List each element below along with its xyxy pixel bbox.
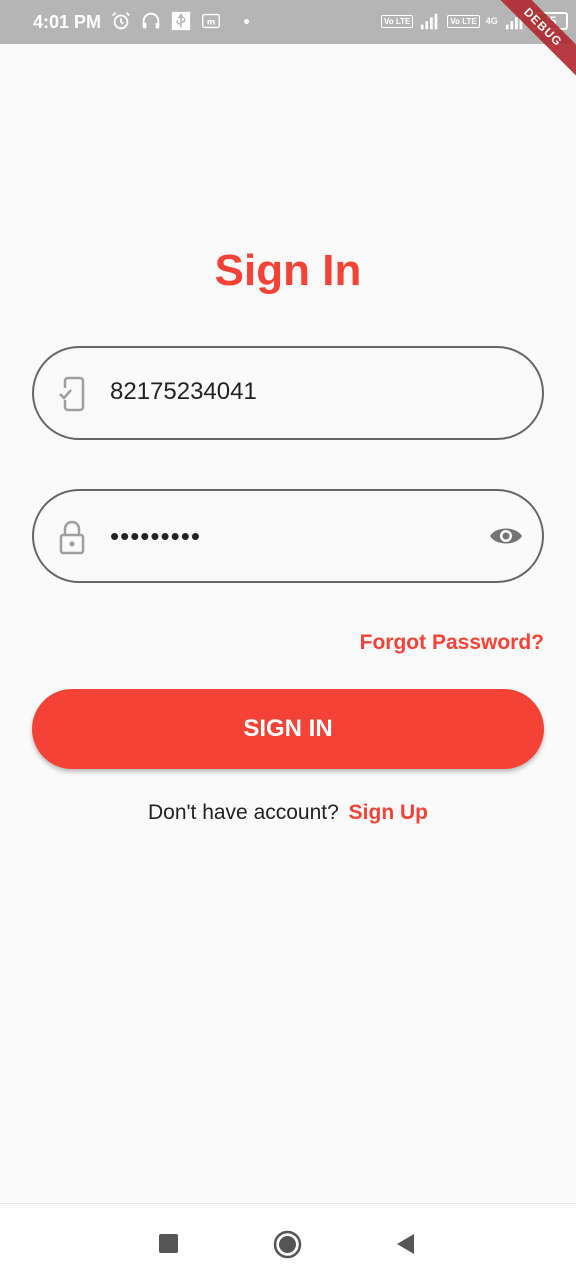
phone-value: 82175234041 — [110, 378, 257, 405]
notification-dot — [244, 18, 249, 24]
signup-prompt: Don't have account? — [148, 801, 339, 824]
back-icon[interactable] — [395, 1232, 415, 1256]
phone-input[interactable]: 82175234041 — [32, 346, 544, 440]
alarm-icon — [112, 12, 130, 30]
forgot-password-link[interactable]: Forgot Password? — [360, 631, 544, 655]
sign-in-screen: 4:01 PM m Vo LTE Vo LTE 4G DEBUG Sign In… — [0, 0, 576, 1280]
lock-icon — [59, 520, 85, 555]
network-type-label: 4G — [485, 16, 498, 26]
status-bar: 4:01 PM m Vo LTE Vo LTE 4G — [0, 0, 576, 44]
signal-icon — [421, 13, 438, 30]
phone-check-icon — [59, 376, 85, 412]
eye-icon[interactable] — [488, 521, 524, 551]
usb-icon — [171, 11, 191, 31]
password-value: ••••••••• — [110, 521, 201, 551]
page-title: Sign In — [214, 246, 362, 295]
recent-apps-icon[interactable] — [159, 1234, 178, 1253]
svg-text:m: m — [207, 17, 216, 27]
navigation-bar — [0, 1203, 576, 1280]
sign-up-link[interactable]: Sign Up — [349, 801, 428, 824]
status-left-icons: m — [110, 10, 249, 32]
password-input[interactable]: ••••••••• — [32, 489, 544, 583]
signup-row: Don't have account? Sign Up — [0, 801, 576, 825]
status-time: 4:01 PM — [33, 12, 102, 32]
headset-icon — [142, 12, 160, 29]
volte-badge-1: Vo LTE — [381, 14, 414, 28]
home-icon[interactable] — [273, 1230, 302, 1259]
sign-in-button[interactable]: SIGN IN — [32, 689, 544, 769]
volte-badge-2: Vo LTE — [447, 14, 480, 28]
m-app-icon: m — [202, 13, 220, 29]
